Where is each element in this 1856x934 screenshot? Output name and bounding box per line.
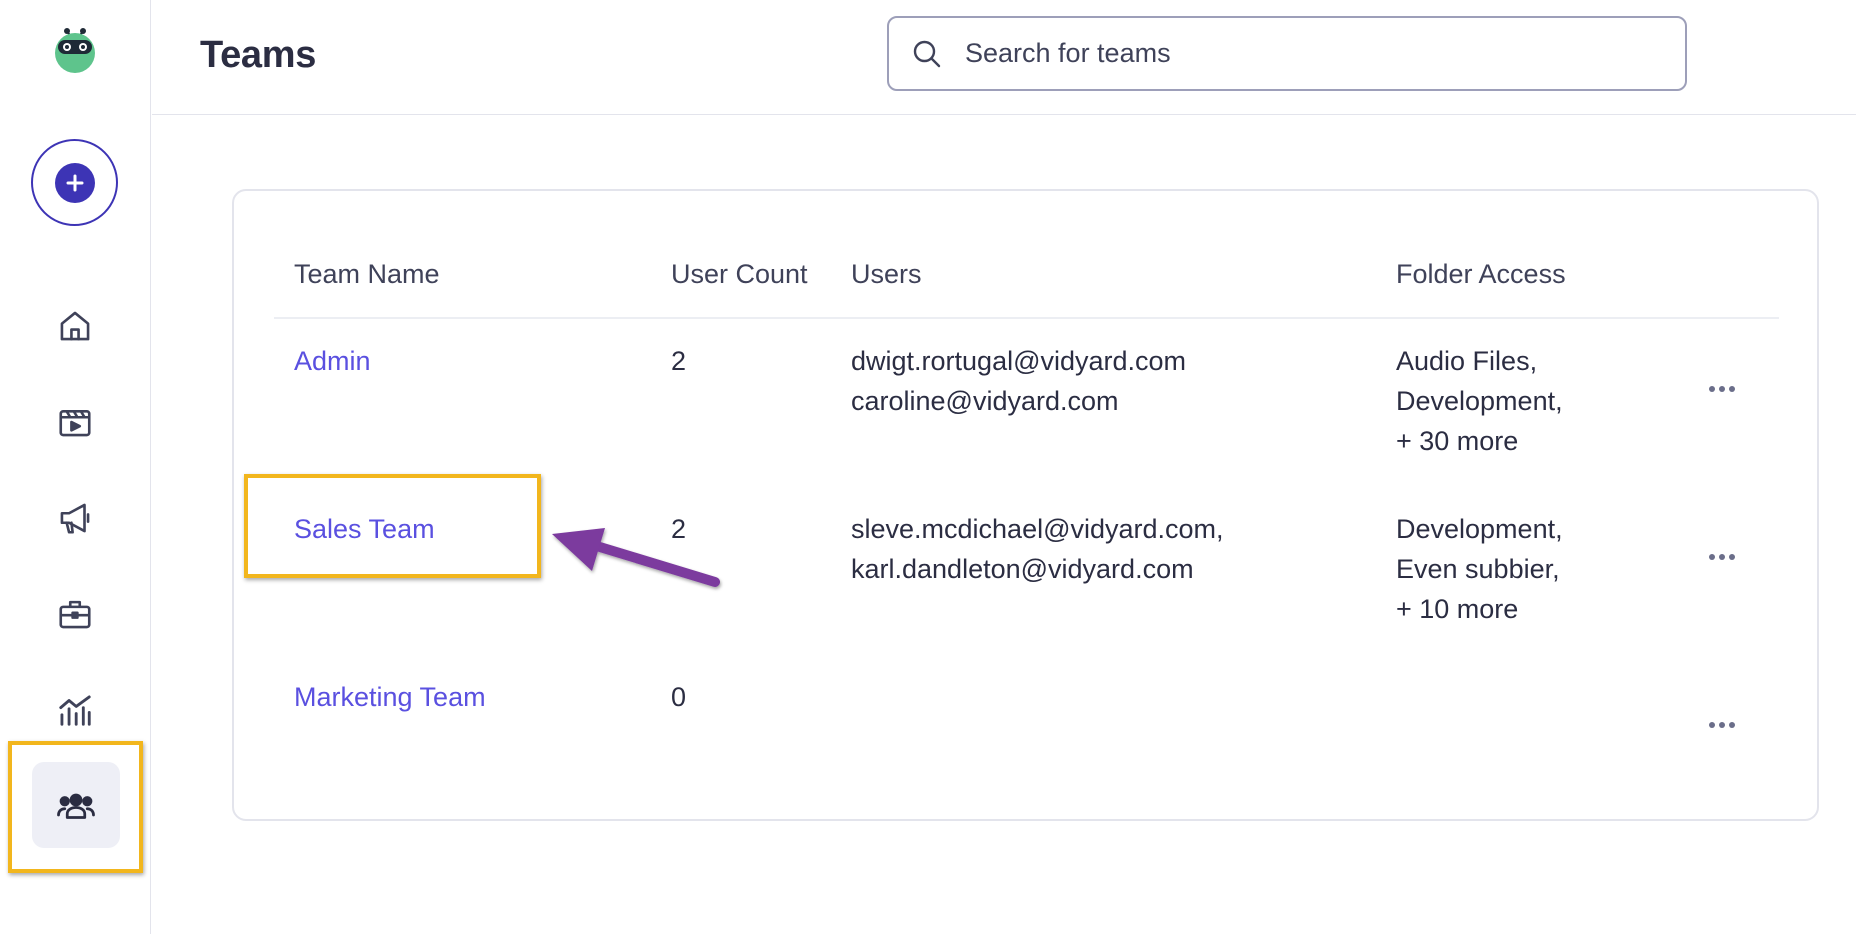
more-dot (1729, 386, 1735, 392)
team-name-link[interactable]: Sales Team (294, 509, 435, 549)
folder-name: Even subbier, (1396, 554, 1560, 584)
nav-campaigns[interactable] (50, 493, 100, 543)
more-dot (1709, 386, 1715, 392)
users-list: sleve.mcdichael@vidyard.com, karl.dandle… (851, 509, 1224, 589)
user-count: 2 (671, 514, 687, 544)
more-dot (1719, 554, 1725, 560)
nav-videos[interactable] (50, 397, 100, 447)
folder-more: + 10 more (1396, 594, 1519, 624)
search-box[interactable] (887, 16, 1687, 91)
briefcase-icon (59, 600, 91, 629)
row-actions-button[interactable] (1702, 542, 1742, 572)
page-title: Teams (200, 34, 317, 76)
search-icon (913, 40, 941, 67)
folder-more: + 30 more (1396, 426, 1519, 456)
column-header-folder-access[interactable]: Folder Access (1396, 259, 1566, 290)
row-actions-button[interactable] (1702, 374, 1742, 404)
more-dot (1719, 386, 1725, 392)
user-email: dwigt.rortugal@vidyard.com (851, 346, 1187, 376)
users-list: dwigt.rortugal@vidyard.com caroline@vidy… (851, 341, 1186, 421)
sidebar (0, 0, 151, 934)
team-name-link[interactable]: Marketing Team (294, 677, 486, 717)
search-input[interactable] (965, 38, 1645, 69)
user-count: 2 (671, 346, 687, 376)
team-name-link[interactable]: Admin (294, 341, 371, 381)
analytics-icon (59, 695, 91, 726)
user-count: 0 (671, 682, 687, 712)
folder-name: Development, (1396, 386, 1563, 416)
folder-access-list: Audio Files, Development, + 30 more (1396, 341, 1563, 461)
more-dot (1719, 722, 1725, 728)
megaphone-icon (60, 503, 90, 534)
user-email: sleve.mcdichael@vidyard.com, (851, 514, 1224, 544)
vidyard-logo[interactable] (51, 26, 99, 74)
more-dot (1729, 554, 1735, 560)
folder-access-list: Development, Even subbier, + 10 more (1396, 509, 1563, 629)
column-header-users[interactable]: Users (851, 259, 922, 290)
nav-analytics[interactable] (50, 685, 100, 735)
more-dot (1709, 722, 1715, 728)
column-header-team-name[interactable]: Team Name (294, 259, 440, 290)
nav-work[interactable] (50, 589, 100, 639)
folder-name: Audio Files, (1396, 346, 1538, 376)
teams-table-card: Team Name User Count Users Folder Access… (232, 189, 1819, 821)
more-dot (1709, 554, 1715, 560)
home-icon (60, 311, 90, 341)
plus-icon (54, 162, 95, 203)
nav-teams[interactable] (32, 762, 120, 848)
nav-home[interactable] (50, 301, 100, 351)
column-header-user-count[interactable]: User Count (671, 259, 808, 290)
user-email: karl.dandleton@vidyard.com (851, 554, 1194, 584)
user-email: caroline@vidyard.com (851, 386, 1119, 416)
header-divider (274, 317, 1779, 319)
row-actions-button[interactable] (1702, 710, 1742, 740)
video-library-icon (59, 410, 91, 437)
more-dot (1729, 722, 1735, 728)
page-header: Teams (152, 0, 1856, 115)
team-icon (57, 793, 95, 819)
folder-name: Development, (1396, 514, 1563, 544)
create-button[interactable] (31, 139, 118, 226)
